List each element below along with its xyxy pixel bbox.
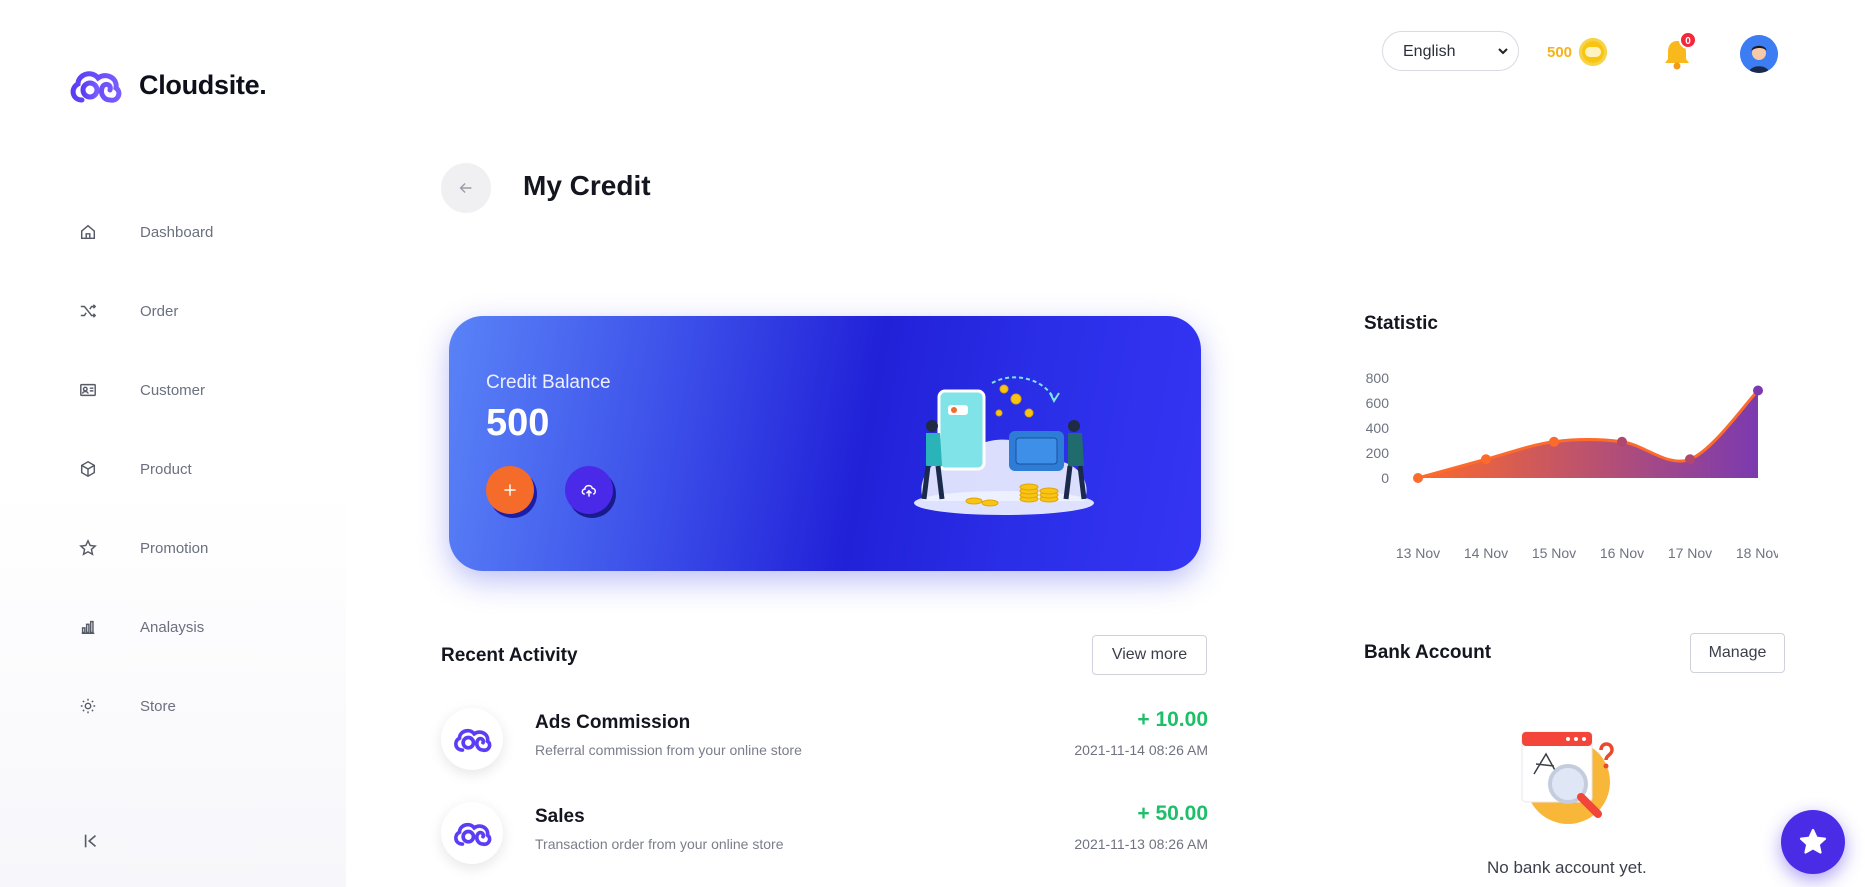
notification-badge: 0 [1679, 31, 1697, 49]
manage-button[interactable]: Manage [1690, 633, 1785, 673]
activity-date: 2021-11-14 08:26 AM [1074, 742, 1208, 758]
sidebar-item-dashboard[interactable]: Dashboard [78, 217, 213, 247]
data-point [1549, 436, 1559, 447]
sidebar-item-store[interactable]: Store [78, 691, 176, 721]
id-card-icon [78, 380, 98, 400]
y-tick-label: 0 [1381, 470, 1389, 486]
activity-description: Referral commission from your online sto… [535, 742, 802, 758]
data-point [1685, 454, 1695, 465]
data-point [1617, 436, 1627, 447]
withdraw-credit-button[interactable] [565, 466, 613, 514]
activity-amount: + 10.00 [1137, 708, 1208, 731]
activity-description: Transaction order from your online store [535, 836, 784, 852]
page-title: My Credit [523, 170, 651, 201]
sidebar-item-label: Customer [140, 381, 206, 399]
empty-bank-text: No bank account yet. [1487, 858, 1647, 877]
coin-icon [1579, 38, 1607, 66]
y-tick-label: 600 [1366, 395, 1390, 411]
sidebar-item-product[interactable]: Product [78, 454, 192, 484]
credit-balance-label: Credit Balance [486, 372, 611, 393]
bank-account-title: Bank Account [1364, 642, 1492, 663]
y-tick-label: 800 [1366, 370, 1390, 386]
x-axis: 13 Nov 14 Nov 15 Nov 16 Nov 17 Nov 18 Nov [1396, 545, 1778, 561]
back-button[interactable] [441, 163, 491, 213]
avatar[interactable] [1740, 35, 1778, 73]
credit-count: 500 [1547, 44, 1573, 61]
sidebar-item-label: Dashboard [140, 223, 214, 241]
gear-icon [78, 696, 98, 716]
cloud-upload-icon [581, 484, 596, 497]
brand-logo[interactable]: Cloudsite. [68, 66, 267, 104]
bar-chart-icon [78, 617, 98, 637]
statistic-title: Statistic [1364, 313, 1438, 334]
credit-balance-value: 500 [486, 402, 550, 444]
sidebar-item-customer[interactable]: Customer [78, 375, 205, 405]
activity-title: Sales [535, 806, 585, 827]
sidebar-item-label: Promotion [140, 539, 209, 557]
data-point [1413, 473, 1423, 483]
x-tick-label: 18 Nov [1736, 545, 1778, 561]
x-tick-label: 16 Nov [1600, 545, 1644, 561]
payment-illustration [914, 376, 1094, 515]
sidebar: Cloudsite. Dashboard Order Customer Prod… [0, 0, 346, 887]
sidebar-item-analaysis[interactable]: Analaysis [78, 612, 204, 642]
user-avatar-icon [1740, 35, 1778, 73]
y-tick-label: 200 [1366, 445, 1390, 461]
add-credit-button[interactable] [486, 466, 534, 514]
shuffle-icon [78, 301, 98, 321]
plus-icon [504, 484, 516, 496]
cloud-logo-icon [441, 802, 503, 864]
x-tick-label: 13 Nov [1396, 545, 1440, 561]
brand-name: Cloudsite. [139, 69, 267, 100]
y-tick-label: 400 [1366, 420, 1390, 436]
sidebar-item-promotion[interactable]: Promotion [78, 533, 208, 563]
sidebar-item-label: Store [140, 697, 176, 715]
home-icon [78, 222, 98, 242]
language-select[interactable]: English [1382, 31, 1519, 71]
star-icon [1799, 828, 1827, 854]
recent-activity-title: Recent Activity [441, 645, 578, 666]
empty-search-illustration [1521, 731, 1614, 824]
data-point [1753, 385, 1763, 396]
sidebar-item-label: Analaysis [140, 618, 205, 636]
sidebar-item-label: Order [140, 302, 179, 320]
activity-title: Ads Commission [535, 712, 691, 733]
arrow-left-icon [459, 182, 472, 194]
favorite-button[interactable] [1781, 810, 1845, 874]
collapse-sidebar-icon[interactable] [82, 832, 102, 852]
y-axis: 0 200 400 600 800 [1366, 370, 1390, 486]
sidebar-item-order[interactable]: Order [78, 296, 178, 326]
x-tick-label: 15 Nov [1532, 545, 1576, 561]
sidebar-item-label: Product [140, 460, 192, 478]
activity-date: 2021-11-13 08:26 AM [1074, 836, 1208, 852]
x-tick-label: 14 Nov [1464, 545, 1508, 561]
statistic-chart: 0 200 400 600 800 13 Nov 14 Nov 15 Nov 16 Nov 17… [1366, 370, 1778, 561]
view-more-button[interactable]: View more [1092, 635, 1207, 675]
star-icon [78, 538, 98, 558]
credit-balance-card: Credit Balance 500 [449, 316, 1201, 571]
cloud-logo-icon [441, 708, 503, 770]
list-item[interactable]: Ads Commission Referral commission from … [441, 700, 1208, 778]
list-item[interactable]: Sales Transaction order from your online… [441, 794, 1208, 872]
data-point [1481, 454, 1491, 465]
x-tick-label: 17 Nov [1668, 545, 1712, 561]
box-icon [78, 459, 98, 479]
activity-amount: + 50.00 [1137, 802, 1208, 825]
cloud-logo-icon [70, 71, 122, 103]
